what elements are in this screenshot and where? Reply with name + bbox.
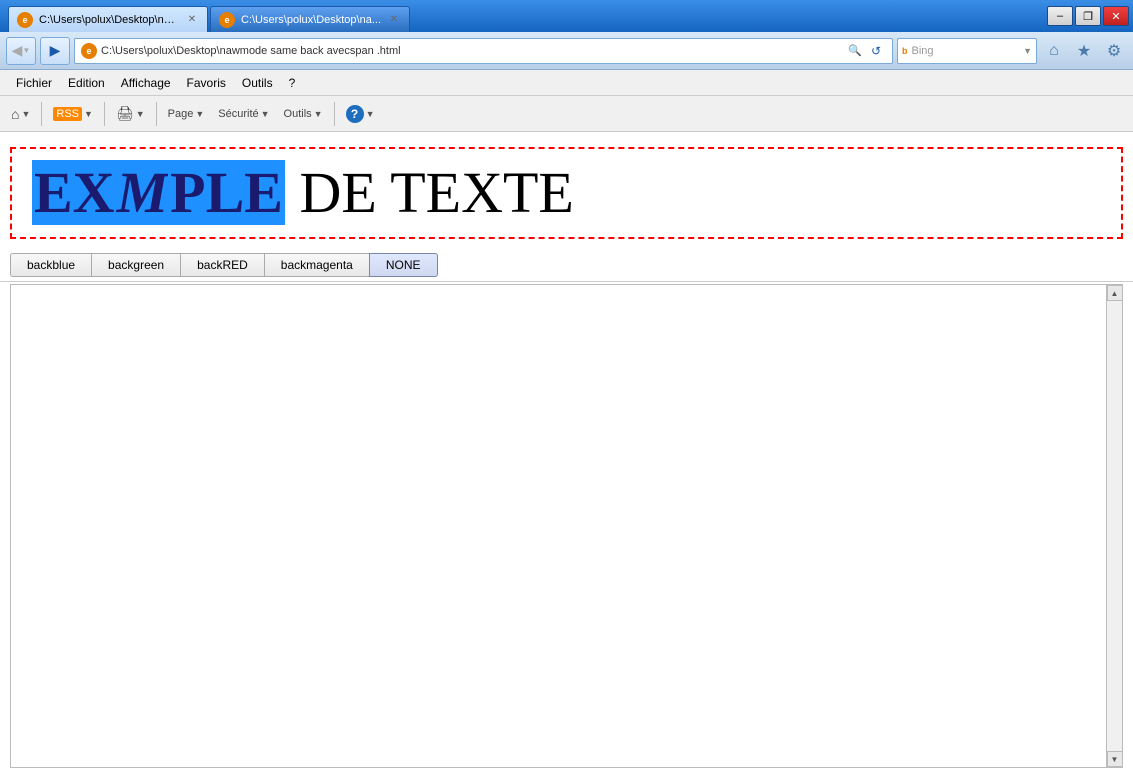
toolbar-sep-1 [41, 102, 42, 126]
tab-2-close[interactable]: ✕ [387, 13, 401, 27]
print-icon: 🖨 [116, 105, 134, 122]
page-dropdown: ▼ [195, 109, 204, 119]
address-text: C:\Users\polux\Desktop\nawmode same back… [101, 45, 844, 57]
security-dropdown: ▼ [261, 109, 270, 119]
selected-text-m: M [117, 160, 169, 225]
toolbar-page-label: Page [168, 108, 194, 120]
search-placeholder: Bing [912, 45, 934, 57]
toolbar-print-btn[interactable]: 🖨 ▼ [111, 100, 150, 128]
address-box[interactable]: e C:\Users\polux\Desktop\nawmode same ba… [74, 38, 893, 64]
favorites-star-button[interactable]: ★ [1071, 38, 1097, 64]
home-button[interactable]: ⌂ [1041, 38, 1067, 64]
address-ie-icon: e [81, 43, 97, 59]
demo-area: EXMPLE DE TEXTE [10, 147, 1123, 239]
back-arrow-icon: ◀ [12, 42, 23, 59]
rss-dropdown: ▼ [84, 109, 93, 119]
scroll-track: ▲ ▼ [1106, 285, 1122, 767]
title-bar: e C:\Users\polux\Desktop\nawmode same ba… [0, 0, 1133, 32]
back-dropdown-icon: ▼ [22, 46, 30, 55]
search-bar[interactable]: b Bing ▼ [897, 38, 1037, 64]
toolbar-security-label: Sécurité [218, 108, 258, 120]
menu-favoris[interactable]: Favoris [179, 74, 234, 92]
print-dropdown: ▼ [136, 109, 145, 119]
tab-2-label: C:\Users\polux\Desktop\na... [241, 14, 381, 26]
toolbar-security-btn[interactable]: Sécurité ▼ [213, 100, 274, 128]
scroll-box[interactable]: ▲ ▼ [10, 284, 1123, 768]
page-frame: EXMPLE DE TEXTE backblue backgreen backR… [0, 132, 1133, 783]
buttons-row: backblue backgreen backRED backmagenta N… [0, 249, 1133, 282]
minimize-button[interactable]: – [1047, 6, 1073, 26]
tab-1-label: C:\Users\polux\Desktop\nawmode same back… [39, 14, 179, 26]
toolbar-sep-3 [156, 102, 157, 126]
menu-fichier[interactable]: Fichier [8, 74, 60, 92]
rss-icon: RSS [53, 107, 82, 121]
browser-window: e C:\Users\polux\Desktop\nawmode same ba… [0, 0, 1133, 783]
toolbar-sep-2 [104, 102, 105, 126]
scroll-thumb-area [1107, 301, 1122, 751]
tools-dropdown: ▼ [314, 109, 323, 119]
close-button[interactable]: ✕ [1103, 6, 1129, 26]
menu-edition[interactable]: Edition [60, 74, 113, 92]
content-area: EXMPLE DE TEXTE backblue backgreen backR… [0, 132, 1133, 783]
toolbar: ⌂ ▼ RSS ▼ 🖨 ▼ Page ▼ Sécurité ▼ Outils ▼… [0, 96, 1133, 132]
address-search-icon[interactable]: 🔍 [848, 44, 862, 57]
toolbar-home-dropdown: ▼ [21, 109, 30, 119]
forward-button[interactable]: ▶ [40, 37, 70, 65]
tab-2[interactable]: e C:\Users\polux\Desktop\na... ✕ [210, 6, 410, 32]
bing-icon: b [902, 46, 908, 56]
btn-backred[interactable]: backRED [180, 253, 264, 277]
refresh-button[interactable]: ↺ [866, 41, 886, 61]
scroll-up-arrow[interactable]: ▲ [1107, 285, 1123, 301]
ie-favicon-1: e [17, 12, 33, 28]
window-controls: – ❐ ✕ [1047, 6, 1129, 26]
search-dropdown-icon[interactable]: ▼ [1023, 46, 1032, 56]
ie-favicon-2: e [219, 12, 235, 28]
restore-button[interactable]: ❐ [1075, 6, 1101, 26]
menu-help[interactable]: ? [281, 74, 304, 92]
tab-1[interactable]: e C:\Users\polux\Desktop\nawmode same ba… [8, 6, 208, 32]
btn-backblue[interactable]: backblue [10, 253, 91, 277]
menu-outils[interactable]: Outils [234, 74, 281, 92]
demo-text: EXMPLE DE TEXTE [32, 164, 574, 222]
rest-of-text: DE TEXTE [285, 160, 574, 225]
toolbar-tools-btn[interactable]: Outils ▼ [279, 100, 328, 128]
btn-backgreen[interactable]: backgreen [91, 253, 180, 277]
settings-gear-button[interactable]: ⚙ [1101, 38, 1127, 64]
scroll-down-arrow[interactable]: ▼ [1107, 751, 1123, 767]
forward-arrow-icon: ▶ [50, 42, 61, 59]
right-nav-icons: ⌂ ★ ⚙ [1041, 38, 1127, 64]
toolbar-tools-label: Outils [284, 108, 312, 120]
toolbar-rss-btn[interactable]: RSS ▼ [48, 100, 98, 128]
help-icon: ? [346, 105, 364, 123]
tab-1-close[interactable]: ✕ [185, 13, 199, 27]
address-bar-area: ◀ ▼ ▶ e C:\Users\polux\Desktop\nawmode s… [0, 32, 1133, 70]
tab-area: e C:\Users\polux\Desktop\nawmode same ba… [8, 0, 1047, 32]
selected-text-ple: PLE [168, 160, 285, 225]
btn-backmagenta[interactable]: backmagenta [264, 253, 369, 277]
menu-affichage[interactable]: Affichage [113, 74, 179, 92]
btn-none[interactable]: NONE [369, 253, 438, 277]
toolbar-home-btn[interactable]: ⌂ ▼ [6, 100, 35, 128]
toolbar-help-btn[interactable]: ? ▼ [341, 100, 380, 128]
toolbar-page-btn[interactable]: Page ▼ [163, 100, 210, 128]
toolbar-home-icon: ⌂ [11, 106, 19, 122]
selected-text-ex: EX [32, 160, 117, 225]
help-dropdown: ▼ [366, 109, 375, 119]
menu-bar: Fichier Edition Affichage Favoris Outils… [0, 70, 1133, 96]
toolbar-sep-4 [334, 102, 335, 126]
back-button[interactable]: ◀ ▼ [6, 37, 36, 65]
